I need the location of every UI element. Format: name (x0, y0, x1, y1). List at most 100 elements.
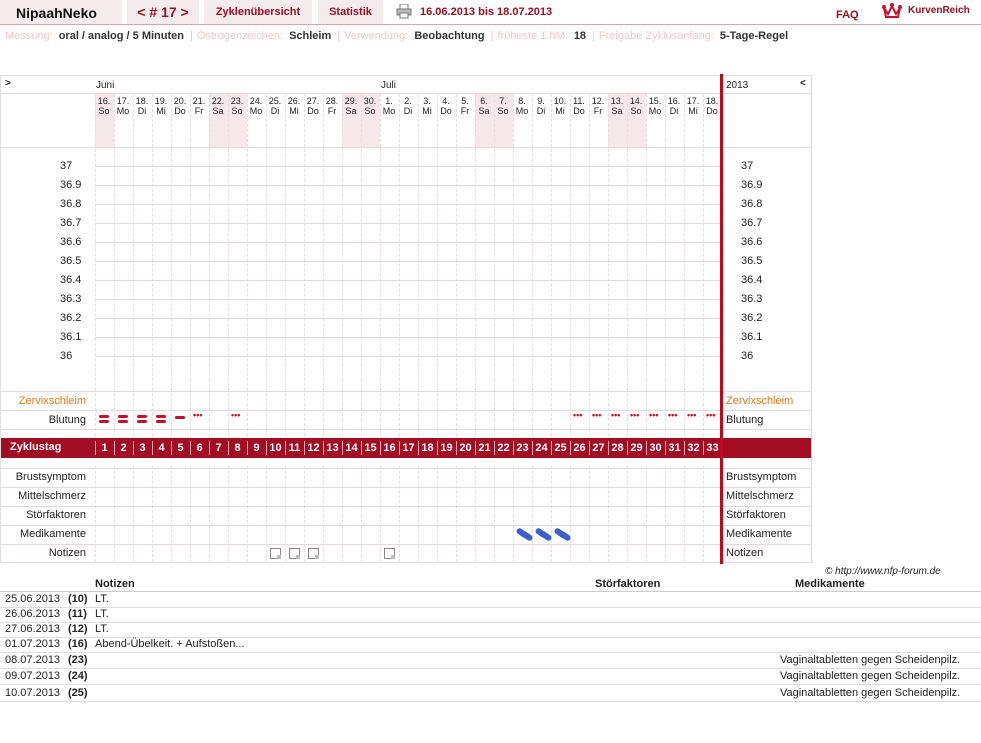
month-juni: Juni (96, 80, 115, 91)
label-brustsymptom: Brustsymptom (15, 471, 86, 483)
day-gridline (152, 466, 153, 562)
row-medication: Vaginaltabletten gegen Scheidenpilz. (780, 654, 961, 666)
info-label: Freigabe Zyklusanfang: (598, 30, 714, 42)
row-cycle-day: (24) (68, 670, 88, 682)
tab-statistik[interactable]: Statistik (318, 0, 383, 24)
cycle-day-number: 10 (269, 442, 282, 454)
chart-prev-arrow[interactable]: > (5, 78, 11, 89)
day-weekday: Mo (116, 106, 130, 116)
day-gridline (304, 94, 305, 436)
label-mittelschmerz: Mittelschmerz (18, 490, 86, 502)
day-gridline (627, 466, 628, 562)
day-date: 3. (423, 96, 431, 106)
day-weekday: Do (174, 106, 186, 116)
table-row: 25.06.2013 (10) LT. (0, 592, 981, 608)
row-line (1, 487, 811, 488)
temp-label-left: 36.1 (60, 331, 82, 343)
label-zyklustag: Zyklustag (10, 441, 62, 453)
temp-gridline (95, 299, 720, 300)
day-date: 4. (442, 96, 450, 106)
cycle-day-number: 31 (668, 442, 681, 454)
col-stoerfaktoren-header: Störfaktoren (595, 578, 661, 590)
note-icon[interactable] (308, 548, 319, 559)
note-icon[interactable] (384, 548, 395, 559)
bleeding-heavy-mark (137, 420, 147, 423)
table-row: 08.07.2013 (23) Vaginaltabletten gegen Sch… (0, 653, 981, 669)
cycle-day-number: 20 (459, 442, 472, 454)
tab-zyklenuebersicht[interactable]: Zyklenübersicht (204, 0, 312, 24)
logo-text[interactable]: KurvenReich (908, 5, 970, 16)
bleeding-spot-mark: ••• (668, 410, 678, 420)
day-gridline (342, 94, 343, 436)
cycle-day-number: 24 (535, 442, 548, 454)
temp-gridline (95, 204, 720, 205)
label-zervixschleim-right: Zervixschleim (726, 395, 794, 407)
day-date: 22. (211, 96, 225, 106)
temp-label-right: 36.5 (741, 255, 763, 267)
cycle-day-number: 28 (611, 442, 624, 454)
day-date: 18. (705, 96, 719, 106)
bleeding-heavy-mark (99, 415, 109, 418)
temp-label-left: 36.9 (60, 179, 82, 191)
bleeding-heavy-mark (156, 420, 166, 423)
day-gridline (285, 94, 286, 436)
day-gridline (133, 94, 134, 436)
row-date: 08.07.2013 (5, 654, 61, 666)
day-weekday: So (98, 106, 110, 116)
day-gridline (551, 466, 552, 562)
cycle-day-number: 8 (234, 442, 241, 454)
header-divider (0, 24, 981, 25)
day-gridline (342, 466, 343, 562)
day-gridline (456, 466, 457, 562)
crown-logo-icon[interactable] (882, 2, 902, 20)
day-gridline (171, 466, 172, 562)
day-date: 24. (249, 96, 263, 106)
day-weekday: Sa (611, 106, 623, 116)
faq-link[interactable]: FAQ (836, 9, 859, 21)
note-icon[interactable] (289, 548, 300, 559)
temp-label-left: 36.8 (60, 198, 82, 210)
day-date: 11. (573, 96, 585, 106)
day-gridline (551, 94, 552, 436)
day-gridline (570, 94, 571, 436)
cycle-day-separator (133, 441, 134, 455)
day-date: 29. (344, 96, 358, 106)
cycle-day-separator (266, 441, 267, 455)
info-value: oral / analog / 5 Minuten (58, 30, 184, 42)
bleeding-spot-mark: ••• (193, 410, 203, 420)
cycle-day-separator (323, 441, 324, 455)
copyright: © http://www.nfp-forum.de (825, 566, 941, 577)
day-gridline (684, 466, 685, 562)
bleeding-heavy-mark (99, 420, 109, 423)
day-date: 26. (287, 96, 301, 106)
cycle-day-separator (475, 441, 476, 455)
day-gridline (456, 94, 457, 436)
cycle-navigator[interactable]: < # 17 > (127, 0, 199, 24)
temp-label-right: 36.7 (741, 217, 763, 229)
cycle-day-number: 11 (288, 442, 301, 454)
day-date: 7. (499, 96, 507, 106)
temp-label-right: 36.8 (741, 198, 763, 210)
chart-next-arrow[interactable]: < (800, 78, 806, 89)
day-gridline (437, 94, 438, 436)
day-gridline (589, 94, 590, 436)
row-line (1, 544, 811, 545)
day-date: 18. (135, 96, 149, 106)
printer-icon[interactable] (396, 4, 412, 19)
label-blutung: Blutung (48, 414, 86, 426)
row-line (1, 562, 811, 563)
row-date: 09.07.2013 (5, 670, 61, 682)
day-gridline (703, 466, 704, 562)
bleeding-spot-mark: ••• (630, 410, 640, 420)
temp-gridline (95, 166, 720, 167)
day-weekday: Fr (460, 106, 470, 116)
day-weekday: So (364, 106, 376, 116)
note-icon[interactable] (270, 548, 281, 559)
info-value: Schleim (289, 30, 332, 42)
row-date: 27.06.2013 (5, 623, 61, 635)
day-weekday: Do (440, 106, 452, 116)
day-weekday: Mo (382, 106, 396, 116)
day-date: 20. (173, 96, 187, 106)
day-date: 23. (230, 96, 244, 106)
day-gridline (665, 94, 666, 436)
